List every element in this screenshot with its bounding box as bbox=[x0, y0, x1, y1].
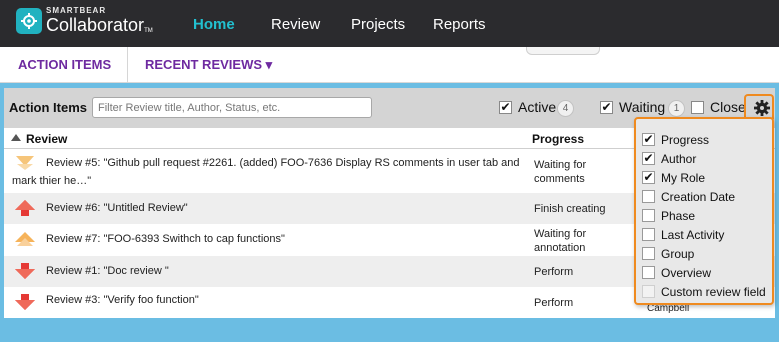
review-title: Review #5: "Github pull request #2261. (… bbox=[12, 154, 522, 190]
gear-icon[interactable] bbox=[753, 99, 771, 117]
progress-cell: Perform bbox=[534, 266, 574, 278]
brand-product: Collaborator bbox=[46, 15, 145, 35]
review-title[interactable]: Review #1: "Doc review " bbox=[12, 262, 522, 280]
sort-ascending-icon[interactable] bbox=[11, 134, 21, 141]
column-header-progress[interactable]: Progress bbox=[532, 132, 584, 146]
waiting-label: Waiting bbox=[619, 99, 666, 115]
progress-line2: comments bbox=[534, 173, 585, 185]
tab-action-items[interactable]: ACTION ITEMS bbox=[18, 57, 111, 72]
nav-review[interactable]: Review bbox=[271, 16, 320, 33]
column-option-checkbox[interactable]: ✔ bbox=[642, 133, 655, 146]
column-option-checkbox[interactable]: ✔ bbox=[642, 152, 655, 165]
column-option-checkbox[interactable] bbox=[642, 209, 655, 222]
column-option-label: My Role bbox=[661, 170, 706, 185]
review-title[interactable]: Review #7: "FOO-6393 Swithch to cap func… bbox=[12, 230, 522, 248]
progress-cell: Perform bbox=[534, 297, 574, 309]
review-title-line2[interactable]: mark thier he…" bbox=[12, 172, 522, 190]
column-option-checkbox[interactable] bbox=[642, 285, 655, 298]
review-title[interactable]: Review #6: "Untitled Review" bbox=[12, 199, 522, 217]
progress-line2: annotation bbox=[534, 242, 586, 254]
closed-checkbox[interactable] bbox=[691, 101, 704, 114]
progress-line1: Waiting for bbox=[534, 159, 587, 171]
column-option-checkbox[interactable] bbox=[642, 266, 655, 279]
brand-company: SMARTBEAR bbox=[46, 6, 107, 15]
top-navigation-bar: SMARTBEAR CollaboratorTM Home Review Pro… bbox=[0, 0, 779, 47]
waiting-count-badge: 1 bbox=[668, 100, 685, 117]
progress-cell: Waiting for comments bbox=[534, 158, 629, 186]
column-option-label: Phase bbox=[661, 208, 696, 223]
column-option-checkbox[interactable] bbox=[642, 190, 655, 203]
nav-home[interactable]: Home bbox=[193, 16, 235, 33]
tab-recent-reviews[interactable]: RECENT REVIEWS ▾ bbox=[145, 57, 272, 73]
tab-divider bbox=[127, 47, 128, 83]
column-option-label: Author bbox=[661, 151, 697, 166]
column-option-group[interactable]: Group bbox=[642, 244, 694, 263]
brand-trademark: TM bbox=[144, 28, 153, 34]
brand-logo[interactable]: SMARTBEAR CollaboratorTM bbox=[16, 7, 153, 34]
nav-reports[interactable]: Reports bbox=[433, 16, 486, 33]
column-option-custom-review-field[interactable]: Custom review field bbox=[642, 282, 766, 301]
column-option-last-activity[interactable]: Last Activity bbox=[642, 225, 724, 244]
tab-strip: ACTION ITEMS RECENT REVIEWS ▾ bbox=[0, 47, 779, 83]
active-count-badge: 4 bbox=[557, 100, 574, 117]
nav-projects[interactable]: Projects bbox=[351, 16, 405, 33]
app-window: SMARTBEAR CollaboratorTM Home Review Pro… bbox=[0, 0, 779, 342]
column-header-review[interactable]: Review bbox=[26, 132, 67, 146]
column-option-my-role[interactable]: ✔ My Role bbox=[642, 168, 705, 187]
column-chooser-popup: ✔ Progress ✔ Author ✔ My Role Creation D… bbox=[634, 117, 774, 305]
column-option-label: Overview bbox=[661, 265, 712, 280]
column-option-checkbox[interactable] bbox=[642, 228, 655, 241]
column-option-author[interactable]: ✔ Author bbox=[642, 149, 696, 168]
collaborator-logo-icon bbox=[16, 7, 42, 34]
column-option-creation-date[interactable]: Creation Date bbox=[642, 187, 735, 206]
column-option-progress[interactable]: ✔ Progress bbox=[642, 130, 709, 149]
filter-input[interactable] bbox=[92, 97, 372, 118]
column-option-label: Last Activity bbox=[661, 227, 725, 242]
column-option-label: Progress bbox=[661, 132, 710, 147]
progress-cell: Finish creating bbox=[534, 203, 606, 215]
panel-drag-handle[interactable] bbox=[526, 47, 600, 55]
column-option-checkbox[interactable]: ✔ bbox=[642, 171, 655, 184]
active-label: Active bbox=[518, 99, 557, 115]
review-title-line1[interactable]: Review #5: "Github pull request #2261. (… bbox=[12, 154, 522, 172]
widget-title: Action Items bbox=[9, 100, 88, 115]
column-option-overview[interactable]: Overview bbox=[642, 263, 711, 282]
waiting-checkbox[interactable]: ✔ bbox=[600, 101, 613, 114]
review-title[interactable]: Review #3: "Verify foo function" bbox=[12, 291, 522, 309]
column-option-phase[interactable]: Phase bbox=[642, 206, 695, 225]
progress-cell: Waiting for annotation bbox=[534, 227, 629, 255]
active-checkbox[interactable]: ✔ bbox=[499, 101, 512, 114]
column-option-label: Group bbox=[661, 246, 695, 261]
column-option-checkbox[interactable] bbox=[642, 247, 655, 260]
progress-line1: Waiting for bbox=[534, 228, 587, 240]
column-option-label: Custom review field bbox=[661, 284, 766, 299]
column-option-label: Creation Date bbox=[661, 189, 736, 204]
